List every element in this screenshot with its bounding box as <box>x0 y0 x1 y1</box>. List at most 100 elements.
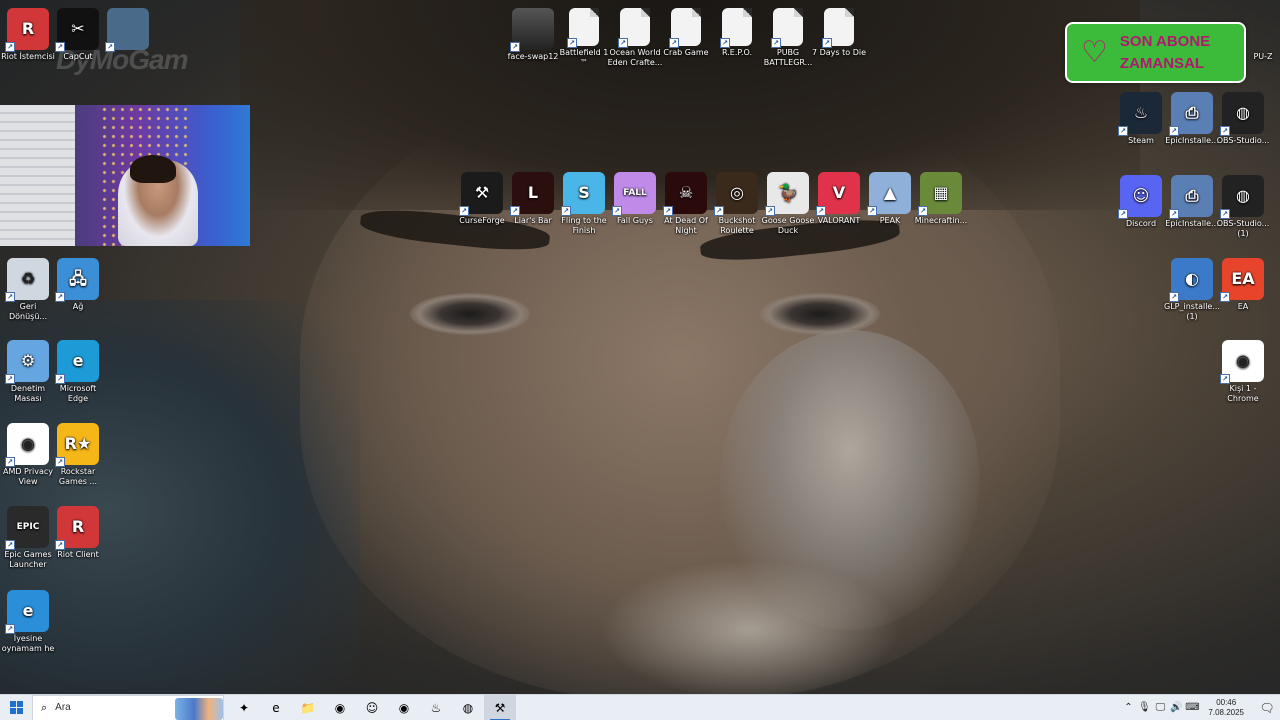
desktop-shortcut[interactable]: ⚒ ↗ CurseForge <box>454 172 510 226</box>
shortcut-arrow-icon: ↗ <box>5 624 15 634</box>
desktop-shortcut[interactable]: ↗ Battlefield 1 ™ <box>556 8 612 68</box>
search-highlight-image <box>175 697 223 720</box>
taskbar-file-explorer-button[interactable]: 📁 <box>292 695 324 720</box>
desktop-shortcut[interactable]: ♻ ↗ Geri Dönüşü... <box>0 258 56 322</box>
taskbar-steam-button[interactable]: ♨ <box>420 695 452 720</box>
desktop-shortcut-label: PUBG BATTLEGR... <box>763 48 813 67</box>
desktop-shortcut-label: Kişi 1 - Chrome <box>1227 384 1259 403</box>
icon-glyph: 🦆 <box>778 183 798 202</box>
icon-glyph: 🖧 <box>69 269 87 288</box>
desktop-shortcut[interactable]: ↗ face-swap12 <box>505 8 561 62</box>
desktop-shortcut[interactable]: ◎ ↗ Buckshot Roulette <box>709 172 765 236</box>
desktop-shortcut[interactable]: EPIC ↗ Epic Games Launcher <box>0 506 56 570</box>
desktop-shortcut-label: CapCut <box>63 52 93 61</box>
desktop-shortcut-label: face-swap12 <box>507 52 559 61</box>
desktop-shortcut[interactable]: e ↗ Microsoft Edge <box>50 340 106 404</box>
desktop-shortcut-label: 7 Days to Die <box>811 48 867 57</box>
shortcut-arrow-icon: ↗ <box>1220 292 1230 302</box>
shortcut-arrow-icon: ↗ <box>55 292 65 302</box>
desktop-shortcut[interactable]: ◍ ↗ OBS-Studio... (1) <box>1215 175 1271 239</box>
desktop-shortcut[interactable]: ◉ ↗ Kişi 1 - Chrome <box>1215 340 1271 404</box>
desktop-shortcut[interactable]: ◉ ↗ AMD Privacy View <box>0 423 56 487</box>
buckshot-roulette-icon: ◎ ↗ <box>714 172 758 216</box>
volume-icon[interactable]: 🔊 <box>1168 702 1184 713</box>
desktop-shortcut[interactable]: L ↗ Liar's Bar <box>505 172 561 226</box>
desktop-shortcut[interactable]: EA ↗ EA <box>1215 258 1271 312</box>
start-button[interactable] <box>0 695 32 720</box>
shortcut-arrow-icon: ↗ <box>1220 126 1230 136</box>
shortcut-arrow-icon: ↗ <box>669 38 679 48</box>
taskbar-curseforge-button[interactable]: ⚒ <box>484 694 516 720</box>
network-status-icon[interactable]: 🖵 <box>1152 702 1168 713</box>
chevron-up-icon[interactable]: ⌃ <box>1120 702 1136 713</box>
desktop-shortcut[interactable]: ☠ ↗ At Dead Of Night <box>658 172 714 236</box>
taskbar-discord-button[interactable]: ☺ <box>356 695 388 720</box>
alert-subscriber-name: ZAMANSAL <box>1119 54 1205 72</box>
taskbar-copilot-button[interactable]: ✦ <box>228 695 260 720</box>
desktop-shortcut-label: EA <box>1237 302 1249 311</box>
liars-bar-icon: L ↗ <box>510 172 554 216</box>
desktop-shortcut-label: Geri Dönüşü... <box>8 302 48 321</box>
clock[interactable]: 00:46 7.08.2025 <box>1208 698 1244 718</box>
taskbar-obs-button[interactable]: ◍ <box>452 695 484 720</box>
desktop-shortcut[interactable]: ⚙ ↗ Denetim Masası <box>0 340 56 404</box>
desktop-shortcut[interactable]: ↗ <box>100 8 156 52</box>
taskbar-chrome-profile-button[interactable]: ◉ <box>388 695 420 720</box>
taskbar-edge-button[interactable]: e <box>260 695 292 720</box>
notification-icon[interactable]: 🗨 <box>1254 701 1280 715</box>
partial-shortcut-label[interactable]: PU-Z <box>1246 52 1280 62</box>
desktop-shortcut[interactable]: ◐ ↗ GLP_installe... (1) <box>1164 258 1220 322</box>
chrome-icon: ◉ ↗ <box>1220 340 1264 384</box>
desktop-shortcut[interactable]: ✂ ↗ CapCut <box>50 8 106 62</box>
file-icon: ↗ <box>720 8 752 48</box>
icon-glyph: ◍ <box>1236 186 1250 205</box>
taskbar-chrome-button[interactable]: ◉ <box>324 695 356 720</box>
desktop-shortcut[interactable]: ↗ 7 Days to Die <box>811 8 867 58</box>
desktop-shortcut[interactable]: FALL ↗ Fall Guys <box>607 172 663 226</box>
installer-icon: ⎙ ↗ <box>1169 92 1213 136</box>
riot-client-icon: R ↗ <box>55 506 99 550</box>
desktop-shortcut-label: EpicInstalle... <box>1165 136 1219 145</box>
system-tray: ⌃ 🎙 🖵 🔊 ⌨ 00:46 7.08.2025 🗨 <box>1120 695 1280 720</box>
shortcut-arrow-icon: ↗ <box>459 206 469 216</box>
shortcut-arrow-icon: ↗ <box>714 206 724 216</box>
desktop-shortcut[interactable]: ↗ Ocean World Eden Crafte... <box>607 8 663 68</box>
desktop-shortcut[interactable]: ⎙ ↗ EpicInstalle... <box>1164 175 1220 229</box>
desktop-shortcut[interactable]: ▦ ↗ Minecraftin... <box>913 172 969 226</box>
shortcut-arrow-icon: ↗ <box>822 38 832 48</box>
riot-icon: R ↗ <box>5 8 49 52</box>
chrome-profile-icon: ◉ <box>398 700 410 715</box>
desktop-shortcut[interactable]: R ↗ Riot İstemcisi <box>0 8 56 62</box>
desktop-shortcut[interactable]: ◍ ↗ OBS-Studio... <box>1215 92 1271 146</box>
icon-glyph: EPIC <box>16 522 40 532</box>
at-dead-of-night-icon: ☠ ↗ <box>663 172 707 216</box>
desktop-shortcut[interactable]: ↗ Crab Game <box>658 8 714 58</box>
keyboard-icon[interactable]: ⌨ <box>1184 702 1200 713</box>
desktop-shortcut[interactable]: 🖧 ↗ Ağ <box>50 258 106 312</box>
desktop-shortcut[interactable]: e ↗ İyesine oynamam he <box>0 590 56 654</box>
shortcut-arrow-icon: ↗ <box>5 540 15 550</box>
shortcut-arrow-icon: ↗ <box>1169 209 1179 219</box>
desktop-shortcut[interactable]: ↗ PUBG BATTLEGR... <box>760 8 816 68</box>
desktop-shortcut[interactable]: ♨ ↗ Steam <box>1113 92 1169 146</box>
network-icon: 🖧 ↗ <box>55 258 99 302</box>
desktop-shortcut-label: EpicInstalle... <box>1165 219 1219 228</box>
desktop-shortcut[interactable]: ⎙ ↗ EpicInstalle... <box>1164 92 1220 146</box>
desktop-shortcut[interactable]: ☺ ↗ Discord <box>1113 175 1169 229</box>
desktop-shortcut-label: Battlefield 1 ™ <box>559 48 609 67</box>
shortcut-arrow-icon: ↗ <box>567 38 577 48</box>
icon-glyph: ◐ <box>1185 269 1199 288</box>
desktop-shortcut[interactable]: ↗ R.E.P.O. <box>709 8 765 58</box>
desktop-shortcut[interactable]: R ↗ Riot Client <box>50 506 106 560</box>
microphone-icon[interactable]: 🎙 <box>1136 702 1152 713</box>
desktop-shortcut[interactable]: R★ ↗ Rockstar Games ... <box>50 423 106 487</box>
desktop-shortcut[interactable]: V ↗ VALORANT <box>811 172 867 226</box>
desktop-shortcut[interactable]: ▲ ↗ PEAK <box>862 172 918 226</box>
search-box[interactable]: ⌕ Ara <box>32 694 224 720</box>
desktop-shortcut[interactable]: S ↗ Fling to the Finish <box>556 172 612 236</box>
icon-glyph: ▲ <box>883 183 897 202</box>
icon-glyph: ◉ <box>1236 351 1250 370</box>
recycle-bin-icon: ♻ ↗ <box>5 258 49 302</box>
capcut-icon: ✂ ↗ <box>55 8 99 52</box>
desktop-shortcut[interactable]: 🦆 ↗ Goose Goose Duck <box>760 172 816 236</box>
